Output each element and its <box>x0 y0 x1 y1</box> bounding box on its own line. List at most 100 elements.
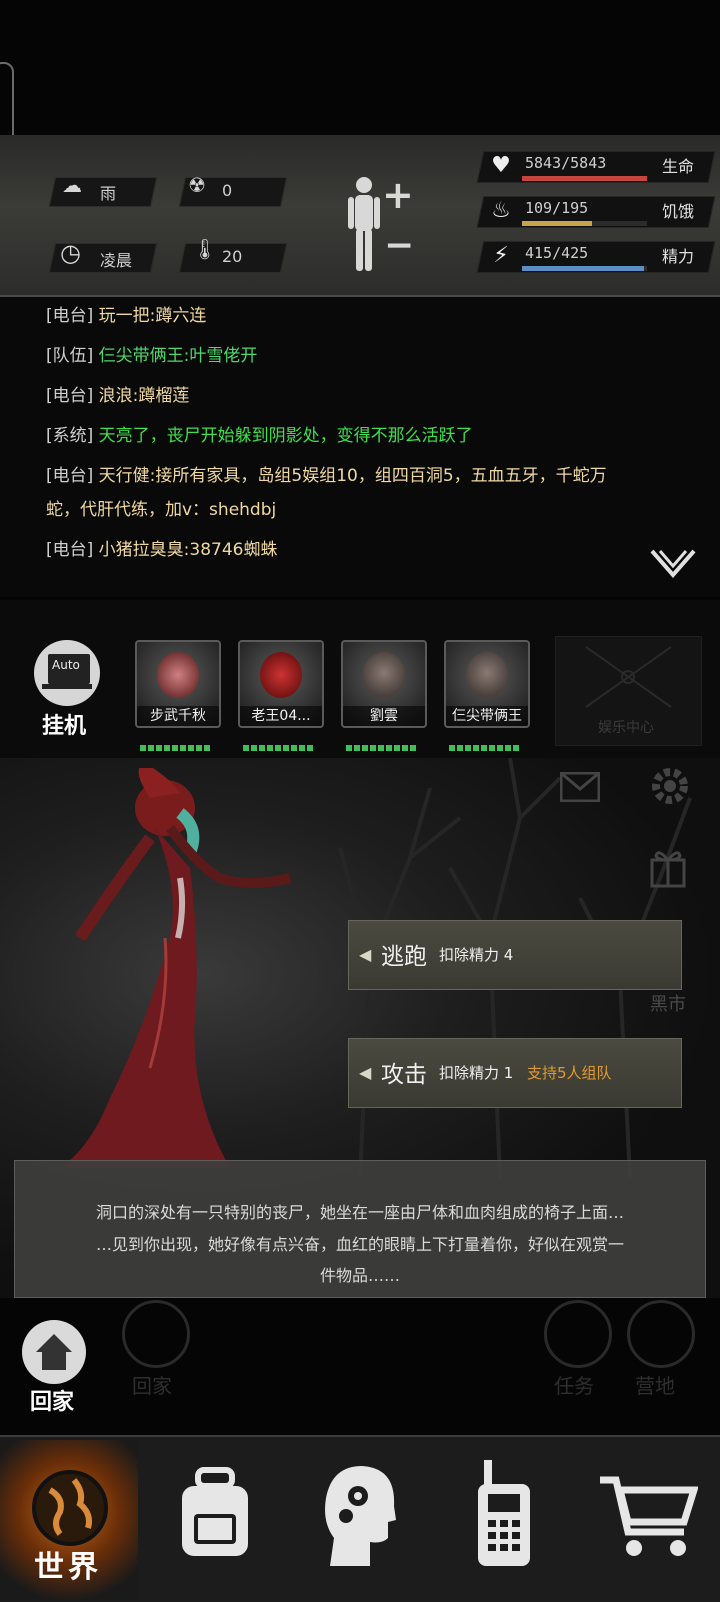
hp-pip <box>283 745 289 751</box>
tent-icon <box>627 1300 695 1368</box>
house-icon <box>36 1334 72 1370</box>
party-member-name: 老王04... <box>240 706 322 726</box>
thermometer-icon: 🌡 <box>192 237 218 261</box>
add-equipment-icon[interactable]: + <box>382 173 414 217</box>
shopping-cart-icon <box>600 1476 698 1556</box>
mail-icon[interactable] <box>560 772 600 802</box>
hp-pip <box>513 745 519 751</box>
hp-pip <box>243 745 249 751</box>
tab-skills[interactable] <box>292 1440 430 1600</box>
zombie-boss-image <box>60 768 292 1168</box>
entertainment-center-label: 娱乐中心 <box>598 720 654 736</box>
chat-message: [电台] 小猪拉臭臭:38746蜘蛛 <box>46 540 278 560</box>
black-market-label[interactable]: 黑市 <box>650 990 686 1016</box>
home-faded-button[interactable]: 回家 <box>120 1300 190 1410</box>
energy-head-icon: ⚡ <box>493 243 509 268</box>
hp-pip <box>457 745 463 751</box>
chat-panel[interactable]: [电台] 玩一把:蹲六连 [队伍] 仨尖带俩王:叶雪佬开 [电台] 浪浪:蹲榴莲… <box>0 297 720 597</box>
radiation-value: 0 <box>222 181 233 200</box>
arrow-left-icon: ◀ <box>359 1063 372 1082</box>
chat-message: 蛇，代肝代练，加v：shehdbj <box>46 500 277 520</box>
hp-pip <box>196 745 202 751</box>
auto-badge: Auto <box>52 658 80 672</box>
camp-label: 营地 <box>635 1374 675 1398</box>
chat-message: [系统] 天亮了，丧尸开始躲到阴影处，变得不那么活跃了 <box>46 426 473 446</box>
hp-pip <box>164 745 170 751</box>
hp-pip <box>465 745 471 751</box>
hp-pip <box>140 745 146 751</box>
hp-pip <box>291 745 297 751</box>
head-gears-icon <box>325 1466 396 1566</box>
party-member[interactable]: 老王04... <box>238 640 324 728</box>
hp-pip <box>497 745 503 751</box>
chat-message: [队伍] 仨尖带俩王:叶雪佬开 <box>46 346 258 366</box>
party-member-name: 步武千秋 <box>137 706 219 726</box>
narration-line: …见到你出现，她好像有点兴奋，血红的眼睛上下打量着你，好似在观赏一 <box>95 1235 624 1254</box>
hp-pip <box>299 745 305 751</box>
hp-pip <box>156 745 162 751</box>
tab-shop[interactable] <box>584 1440 720 1600</box>
auto-battle-button[interactable]: Auto 挂机 <box>30 640 106 750</box>
home-button[interactable]: 回家 <box>18 1320 94 1420</box>
party-member-hp <box>449 745 519 751</box>
hp-pip <box>386 745 392 751</box>
body-figure-icon[interactable] <box>346 175 382 275</box>
narration-line: 洞口的深处有一只特别的丧尸，她坐在一座由尸体和血肉组成的椅子上面… <box>95 1203 624 1222</box>
gift-icon[interactable] <box>650 848 686 888</box>
narration-line: 件物品…… <box>319 1266 400 1285</box>
stomach-icon: ♨ <box>491 198 511 223</box>
party-member-hp <box>243 745 313 751</box>
party-member[interactable]: 步武千秋 <box>135 640 221 728</box>
hp-pip <box>346 745 352 751</box>
camp-button[interactable]: 营地 <box>625 1300 695 1410</box>
energy-bar <box>522 266 647 271</box>
gear-icon[interactable] <box>648 764 692 808</box>
clock-icon: ◷ <box>60 239 81 267</box>
hp-pip <box>275 745 281 751</box>
hp-pip <box>370 745 376 751</box>
party-member-name: 劉雲 <box>343 706 425 726</box>
chat-message: [电台] 天行健:接所有家具，岛组5娱组10，组四百洞5，五血五牙，千蛇万 <box>46 466 607 486</box>
hp-pip <box>402 745 408 751</box>
tab-world[interactable]: 世界 <box>0 1440 138 1600</box>
flee-button[interactable]: ◀ 逃跑 扣除精力 4 <box>348 920 682 990</box>
radiation-icon: ☢ <box>188 173 206 197</box>
hp-pip <box>505 745 511 751</box>
hp-pip <box>307 745 313 751</box>
compass-icon <box>585 646 672 708</box>
tab-backpack[interactable] <box>146 1440 284 1600</box>
party-member[interactable]: 劉雲 <box>341 640 427 728</box>
remove-equipment-icon[interactable]: − <box>384 225 414 266</box>
weather-value: 雨 <box>100 184 117 203</box>
rain-cloud-icon: ☁ <box>62 173 82 197</box>
flee-label: 逃跑 <box>381 944 427 970</box>
tasks-button[interactable]: 任务 <box>542 1300 612 1410</box>
hunger-label: 饥饿 <box>662 202 695 221</box>
attack-team-note: 支持5人组队 <box>527 1064 612 1082</box>
chevron-down-icon[interactable] <box>650 549 696 579</box>
time-value: 凌晨 <box>100 251 133 270</box>
hp-pip <box>267 745 273 751</box>
attack-button[interactable]: ◀ 攻击 扣除精力 1 支持5人组队 <box>348 1038 682 1108</box>
hp-pip <box>489 745 495 751</box>
tasks-label: 任务 <box>554 1374 594 1398</box>
tab-world-label: 世界 <box>34 1550 102 1585</box>
tab-radio[interactable] <box>438 1440 576 1600</box>
hunger-bar-fill <box>522 221 592 226</box>
tasks-icon <box>544 1300 612 1368</box>
auto-label: 挂机 <box>42 714 87 739</box>
attack-label: 攻击 <box>381 1062 427 1088</box>
party-member[interactable]: 仨尖带俩王 <box>444 640 530 728</box>
energy-label: 精力 <box>662 247 695 266</box>
entertainment-center-button[interactable]: 娱乐中心 <box>555 636 702 746</box>
hunger-value: 109/195 <box>525 199 589 217</box>
energy-bar-fill <box>522 266 644 271</box>
arrow-left-icon: ◀ <box>359 945 372 964</box>
status-panel: ☁ 雨 ☢ 0 ◷ 凌晨 🌡 20 + − ♥ 5843/5843 生命 ♨ 1… <box>0 135 720 297</box>
globe-icon <box>32 1470 108 1546</box>
house-faded-icon <box>122 1300 190 1368</box>
home-label: 回家 <box>30 1390 75 1415</box>
hp-pip <box>180 745 186 751</box>
hp-pip <box>449 745 455 751</box>
hunger-bar <box>522 221 647 226</box>
